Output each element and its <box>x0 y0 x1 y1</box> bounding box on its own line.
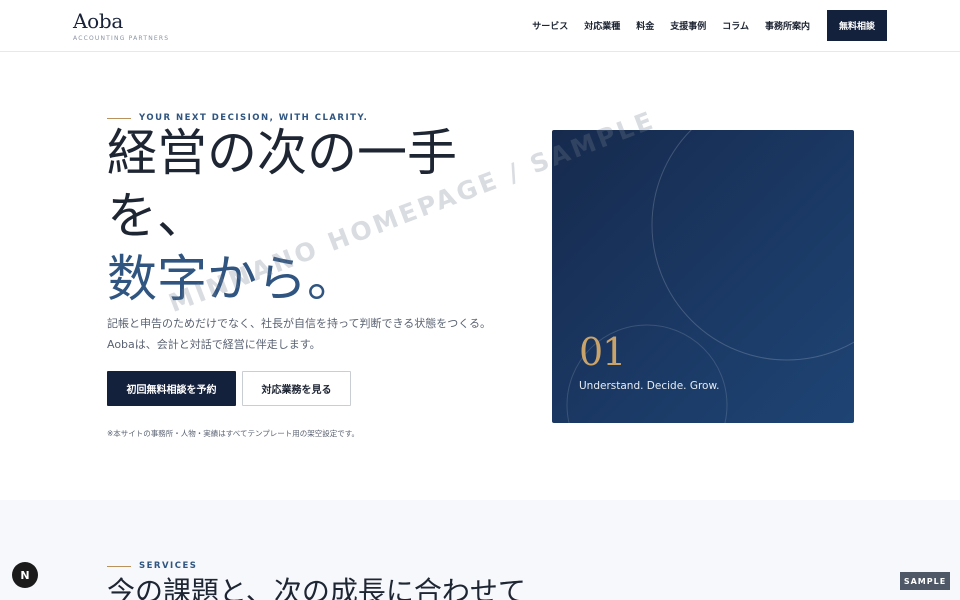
nav-item-industries[interactable]: 対応業種 <box>584 19 620 32</box>
nav-item-services[interactable]: サービス <box>532 19 568 32</box>
nav-item-column[interactable]: コラム <box>722 19 749 32</box>
card-tagline: Understand. Decide. Grow. <box>579 380 720 392</box>
eyebrow-divider <box>107 117 131 119</box>
headline-line-2: を、 <box>107 187 207 245</box>
hero-visual-card: 01 Understand. Decide. Grow. <box>552 130 854 423</box>
hero-description: 記帳と申告のためだけでなく、社長が自信を持って判断できる状態をつくる。 Aoba… <box>107 313 491 355</box>
logo-name: Aoba <box>73 9 124 33</box>
headline-line-3: 数字から。 <box>107 250 357 308</box>
site-header: Aoba ACCOUNTING PARTNERS サービス 対応業種 料金 支援… <box>0 0 960 52</box>
services-section: SERVICES 今の課題と、次の成長に合わせて <box>0 500 960 600</box>
services-divider <box>107 565 131 567</box>
card-number: 01 <box>579 330 626 374</box>
nav-item-pricing[interactable]: 料金 <box>636 19 654 32</box>
services-heading: 今の課題と、次の成長に合わせて <box>107 575 526 600</box>
description-line-1: 記帳と申告のためだけでなく、社長が自信を持って判断できる状態をつくる。 <box>107 317 492 330</box>
services-eyebrow: SERVICES <box>107 561 197 571</box>
hero-headline: 経営の次の一手 を、 数字から。 <box>107 122 537 311</box>
logo[interactable]: Aoba ACCOUNTING PARTNERS <box>73 9 169 42</box>
view-services-button[interactable]: 対応業務を見る <box>242 371 351 406</box>
main-nav: サービス 対応業種 料金 支援事例 コラム 事務所案内 <box>532 19 810 32</box>
description-line-2: Aobaは、会計と対話で経営に伴走します。 <box>107 338 321 351</box>
nav-item-about[interactable]: 事務所案内 <box>765 19 810 32</box>
n-logo-icon[interactable]: N <box>12 562 38 588</box>
services-label: SERVICES <box>139 561 198 571</box>
logo-subtitle: ACCOUNTING PARTNERS <box>73 35 170 42</box>
headline-line-1: 経営の次の一手 <box>107 124 457 182</box>
disclaimer-note: ※本サイトの事務所・人物・実績はすべてテンプレート用の架空設定です。 <box>107 429 359 438</box>
sample-badge: SAMPLE <box>900 572 950 590</box>
free-consultation-button[interactable]: 無料相談 <box>827 10 887 41</box>
nav-item-cases[interactable]: 支援事例 <box>670 19 706 32</box>
book-consultation-button[interactable]: 初回無料相談を予約 <box>107 371 236 406</box>
